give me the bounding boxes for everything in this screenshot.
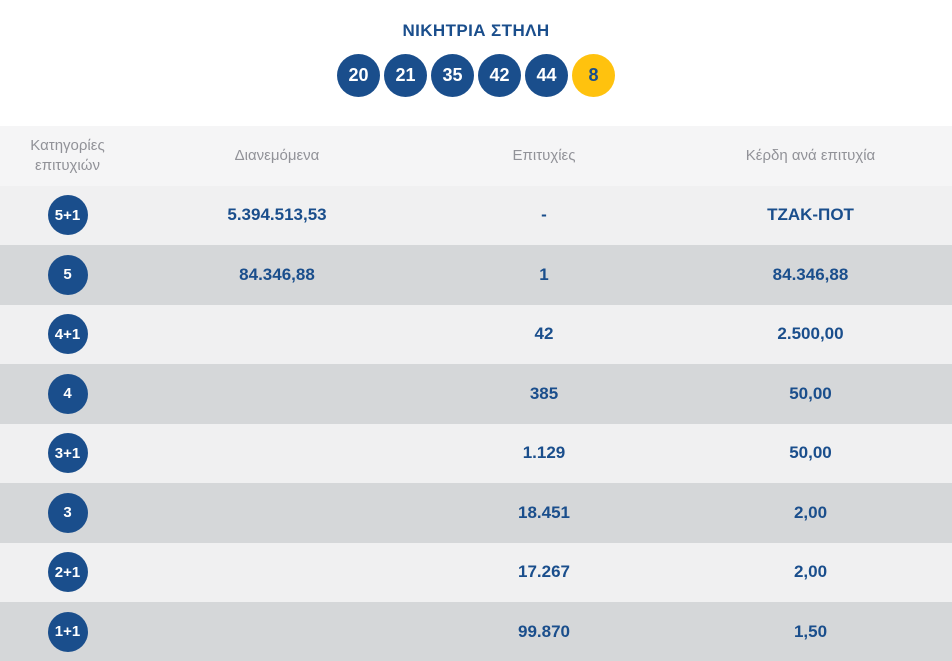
table-row: 2+1 17.267 2,00 — [0, 542, 952, 602]
header-winners: Επιτυχίες — [512, 146, 576, 164]
joker-number-ball: 8 — [572, 54, 615, 97]
prize-cell: 84.346,88 — [772, 264, 849, 284]
winners-cell: - — [541, 205, 547, 225]
prize-categories-table: Κατηγορίες επιτυχιών Διανεμόμενα Επιτυχί… — [0, 126, 952, 661]
category-cell: 3+1 — [0, 433, 135, 474]
winners-cell: 42 — [534, 324, 554, 344]
drawn-number-ball: 42 — [478, 54, 521, 97]
winners-cell: 385 — [529, 383, 559, 403]
prize-cell: 2,00 — [793, 562, 828, 582]
winners-cell: 18.451 — [518, 502, 570, 522]
prize-cell: 2.500,00 — [777, 324, 844, 344]
distributed-cell: 5.394.513,53 — [227, 205, 327, 225]
table-row: 1+1 99.870 1,50 — [0, 602, 952, 661]
drawn-number-ball: 35 — [431, 54, 474, 97]
category-cell: 5+1 — [0, 195, 135, 236]
category-badge: 2+1 — [47, 552, 88, 593]
category-cell: 4+1 — [0, 314, 135, 355]
drawn-number-ball: 44 — [525, 54, 568, 97]
category-badge: 5 — [47, 254, 88, 295]
category-cell: 5 — [0, 254, 135, 295]
drawn-number-ball: 21 — [384, 54, 427, 97]
header-prize-per-win: Κέρδη ανά επιτυχία — [745, 146, 876, 164]
category-badge: 4+1 — [47, 314, 88, 355]
drawn-number-ball: 20 — [337, 54, 380, 97]
category-cell: 4 — [0, 373, 135, 414]
category-cell: 2+1 — [0, 552, 135, 593]
table-header-row: Κατηγορίες επιτυχιών Διανεμόμενα Επιτυχί… — [0, 126, 952, 186]
prize-cell: 2,00 — [793, 502, 828, 522]
category-cell: 3 — [0, 492, 135, 533]
table-row: 3+1 1.129 50,00 — [0, 423, 952, 483]
table-row: 4+1 42 2.500,00 — [0, 304, 952, 364]
winners-cell: 1.129 — [522, 443, 566, 463]
header-categories: Κατηγορίες επιτυχιών — [30, 136, 105, 174]
category-badge: 4 — [47, 373, 88, 414]
winners-cell: 1 — [539, 264, 549, 284]
category-badge: 3+1 — [47, 433, 88, 474]
prize-cell: ΤΖΑΚ-ΠΟΤ — [767, 205, 854, 225]
table-row: 5+1 5.394.513,53 - ΤΖΑΚ-ΠΟΤ — [0, 185, 952, 245]
prize-cell: 50,00 — [789, 383, 832, 403]
category-badge: 1+1 — [47, 611, 88, 652]
prize-cell: 50,00 — [789, 443, 832, 463]
table-row: 4 385 50,00 — [0, 364, 952, 424]
winning-column-title: ΝΙΚΗΤΡΙΑ ΣΤΗΛΗ — [402, 21, 550, 40]
drawn-numbers-row: 20 21 35 42 44 8 — [0, 54, 952, 97]
winners-cell: 17.267 — [518, 562, 570, 582]
prize-cell: 1,50 — [793, 621, 828, 641]
category-cell: 1+1 — [0, 611, 135, 652]
table-row: 5 84.346,88 1 84.346,88 — [0, 245, 952, 305]
header-distributed: Διανεμόμενα — [234, 146, 320, 164]
winners-cell: 99.870 — [518, 621, 570, 641]
distributed-cell: 84.346,88 — [239, 264, 315, 284]
category-badge: 3 — [47, 492, 88, 533]
table-body: 5+1 5.394.513,53 - ΤΖΑΚ-ΠΟΤ 5 84.346,88 1 84.34… — [0, 185, 952, 661]
category-badge: 5+1 — [47, 195, 88, 236]
table-row: 3 18.451 2,00 — [0, 483, 952, 543]
winning-column-section: ΝΙΚΗΤΡΙΑ ΣΤΗΛΗ 20 21 35 42 44 8 — [0, 0, 952, 126]
